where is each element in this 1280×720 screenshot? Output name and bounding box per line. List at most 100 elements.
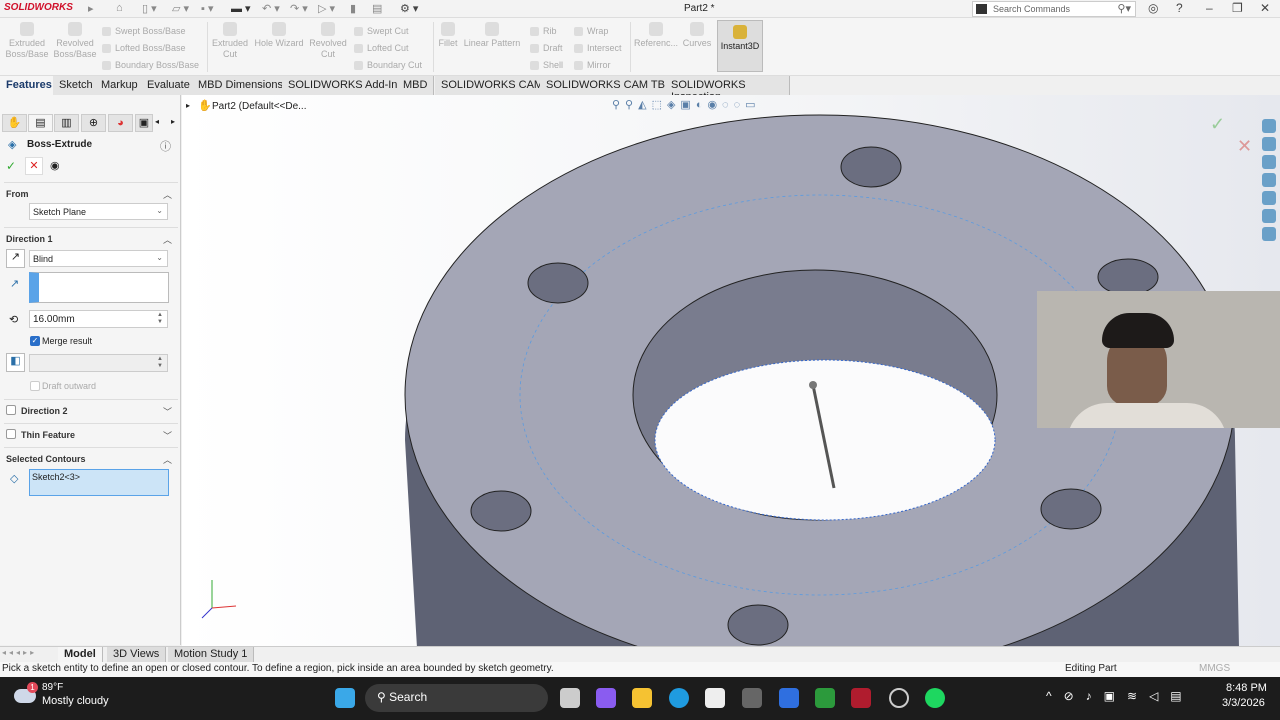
undo-icon[interactable]: ↶ ▾	[262, 2, 280, 15]
lofted-cut-button[interactable]: Lofted Cut	[354, 43, 409, 53]
copilot-icon[interactable]	[596, 688, 616, 708]
draft-toggle-button[interactable]: ◧	[6, 353, 25, 372]
tab-motion-study[interactable]: Motion Study 1	[168, 647, 255, 662]
tab-mbd[interactable]: MBD	[397, 76, 435, 95]
reverse-direction-button[interactable]: ↗	[6, 249, 25, 268]
boundary-boss-button[interactable]: Boundary Boss/Base	[102, 60, 199, 70]
select-icon[interactable]: ▷ ▾	[318, 2, 335, 15]
print-icon[interactable]: ▬ ▾	[231, 2, 251, 15]
home-icon[interactable]: ⌂	[116, 2, 123, 14]
tab-sketch[interactable]: Sketch	[53, 76, 100, 95]
tab-3d-views[interactable]: 3D Views	[107, 647, 167, 662]
account-icon[interactable]: ◎	[1148, 1, 1158, 15]
tab-scroll-buttons[interactable]: ◂◂◂▸▸	[2, 648, 37, 657]
collapse-icon[interactable]: ︿	[163, 188, 172, 201]
cam-tab[interactable]: ▣	[135, 114, 153, 132]
community-tab-icon[interactable]	[1262, 227, 1276, 241]
weather-description[interactable]: Mostly cloudy	[42, 695, 109, 707]
search-commands-input[interactable]: Search Commands ⚲▾	[972, 1, 1136, 17]
file-properties-icon[interactable]: ▤	[372, 2, 382, 15]
curves-button[interactable]: Curves	[680, 18, 714, 49]
swept-cut-button[interactable]: Swept Cut	[354, 26, 409, 36]
thin-feature-checkbox[interactable]	[6, 429, 16, 439]
file-explorer-tab-icon[interactable]	[1262, 155, 1276, 169]
cancel-button[interactable]: ✕	[25, 157, 43, 175]
expand-icon[interactable]: ﹀	[163, 405, 172, 418]
boundary-cut-button[interactable]: Boundary Cut	[354, 60, 422, 70]
spotify-icon[interactable]	[925, 688, 945, 708]
help-icon[interactable]: ⓘ	[160, 138, 171, 154]
reference-geometry-button[interactable]: Referenc...	[634, 18, 678, 49]
end-condition-select[interactable]: Blind ⌄	[29, 250, 168, 267]
windows-start-icon[interactable]	[335, 688, 355, 708]
weather-temp[interactable]: 89°F	[42, 682, 63, 693]
graphics-viewport[interactable]: ▸ ✋ Part2 (Default<<De... ⚲⚲◭⬚◈▣◐◉◌◌▭ ▫▫…	[182, 95, 1280, 646]
app-icon[interactable]	[779, 688, 799, 708]
depth-input[interactable]: 16.00mm ▲ ▼	[29, 310, 168, 328]
new-file-icon[interactable]: ▯ ▾	[142, 2, 157, 15]
close-button[interactable]: ✕	[1260, 1, 1270, 15]
obs-icon[interactable]	[889, 688, 909, 708]
shell-button[interactable]: Shell	[530, 60, 563, 70]
edge-icon[interactable]	[669, 688, 689, 708]
redo-icon[interactable]: ↷ ▾	[290, 2, 308, 15]
display-manager-tab[interactable]: ◕	[108, 114, 133, 132]
revolved-cut-button[interactable]: Revolved Cut	[308, 18, 348, 60]
draft-angle-input[interactable]: ▲ ▼	[29, 354, 168, 372]
help-icon[interactable]: ?	[1176, 1, 1183, 15]
tab-evaluate[interactable]: Evaluate	[141, 76, 197, 95]
tab-solidworks-cam[interactable]: SOLIDWORKS CAM	[435, 76, 551, 95]
dimxpert-tab[interactable]: ⊕	[81, 114, 106, 132]
property-manager-tab[interactable]: ▤	[28, 114, 53, 132]
thin-feature-section-header[interactable]: Thin Feature	[21, 430, 75, 440]
system-tray-icons[interactable]: ^⊘♪▣≋◁▤	[1046, 689, 1194, 703]
configuration-manager-tab[interactable]: ▥	[54, 114, 79, 132]
expand-menu-icon[interactable]: ▸	[88, 2, 94, 15]
task-pane-tabs[interactable]	[1258, 115, 1280, 255]
home-tab-icon[interactable]	[1262, 119, 1276, 133]
open-file-icon[interactable]: ▱ ▾	[172, 2, 189, 15]
instant3d-button[interactable]: Instant3D	[717, 20, 763, 72]
draft-button[interactable]: Draft	[530, 43, 563, 53]
ok-checkmark-button[interactable]: ✓	[6, 159, 16, 173]
search-icon[interactable]: ⚲▾	[1117, 2, 1131, 15]
from-section-header[interactable]: From	[6, 189, 29, 199]
clock-date[interactable]: 3/3/2026	[1222, 697, 1265, 709]
selected-contours-list[interactable]: Sketch2<3>	[29, 469, 169, 496]
selected-contours-header[interactable]: Selected Contours	[6, 454, 86, 464]
expand-icon[interactable]: ﹀	[163, 429, 172, 442]
fillet-button[interactable]: Fillet	[436, 18, 460, 49]
feature-manager-tab[interactable]: ✋	[2, 114, 27, 132]
direction2-section-header[interactable]: Direction 2	[21, 406, 68, 416]
task-view-icon[interactable]	[560, 688, 580, 708]
solidworks-taskbar-icon[interactable]	[851, 688, 871, 708]
app-icon[interactable]	[742, 688, 762, 708]
intersect-button[interactable]: Intersect	[574, 43, 622, 53]
file-explorer-icon[interactable]	[632, 688, 652, 708]
rebuild-icon[interactable]: ▮	[350, 2, 356, 15]
taskbar-search[interactable]: ⚲ Search	[365, 684, 548, 712]
tab-solidworks-inspection[interactable]: SOLIDWORKS Inspection	[665, 76, 790, 103]
resources-tab-icon[interactable]	[1262, 137, 1276, 151]
rib-button[interactable]: Rib	[530, 26, 557, 36]
lofted-boss-button[interactable]: Lofted Boss/Base	[102, 43, 186, 53]
extruded-boss-button[interactable]: Extruded Boss/Base	[4, 18, 50, 60]
clock-time[interactable]: 8:48 PM	[1226, 682, 1267, 694]
swept-boss-button[interactable]: Swept Boss/Base	[102, 26, 186, 36]
custom-properties-tab-icon[interactable]	[1262, 209, 1276, 223]
revolved-boss-button[interactable]: Revolved Boss/Base	[52, 18, 98, 60]
mirror-button[interactable]: Mirror	[574, 60, 611, 70]
tab-markup[interactable]: Markup	[95, 76, 145, 95]
tab-features[interactable]: Features	[0, 76, 59, 95]
unit-system[interactable]: MMGS	[1199, 663, 1230, 674]
scroll-right-icon[interactable]: ▸	[171, 117, 175, 126]
linear-pattern-button[interactable]: Linear Pattern	[462, 18, 522, 49]
wrap-button[interactable]: Wrap	[574, 26, 608, 36]
preview-eye-icon[interactable]: ◉	[50, 159, 60, 172]
minimize-button[interactable]: –	[1206, 1, 1213, 15]
direction-vector-field[interactable]	[29, 272, 169, 303]
options-gear-icon[interactable]: ⚙ ▾	[400, 2, 418, 15]
xbox-icon[interactable]	[815, 688, 835, 708]
spin-stepper[interactable]: ▲ ▼	[157, 356, 163, 370]
restore-button[interactable]: ❐	[1232, 1, 1243, 15]
